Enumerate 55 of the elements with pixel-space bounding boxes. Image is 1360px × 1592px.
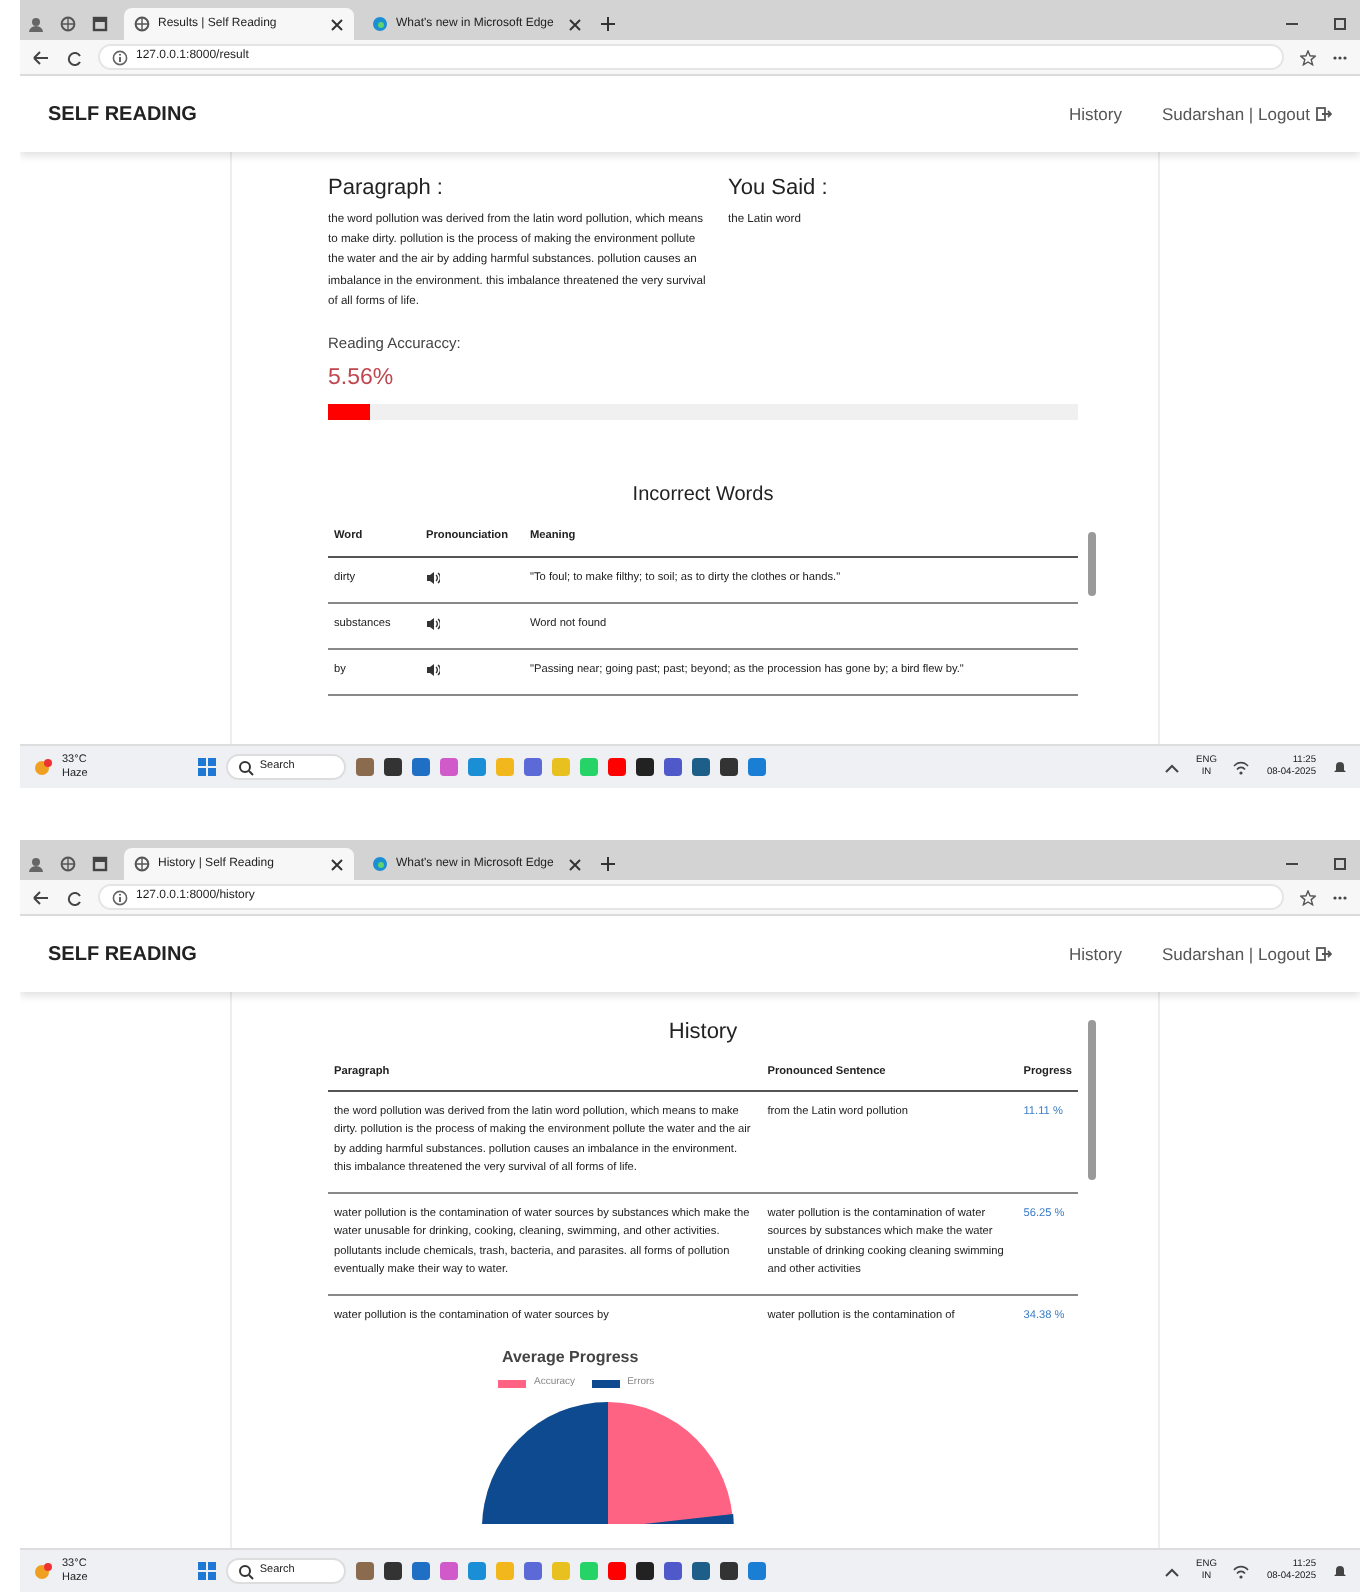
brand-title: SELF READING <box>48 101 197 129</box>
chevron-up-icon[interactable] <box>1164 1563 1181 1579</box>
close-icon[interactable] <box>568 857 582 871</box>
history-link[interactable]: History <box>1069 941 1122 967</box>
globe-icon <box>134 16 150 32</box>
globe-icon <box>134 856 150 872</box>
accuracy-value: 5.56% <box>328 364 396 395</box>
notification-icon[interactable] <box>1332 1563 1348 1579</box>
favorite-icon[interactable] <box>1300 49 1316 65</box>
new-tab-icon[interactable] <box>600 856 616 872</box>
close-icon[interactable] <box>330 17 344 31</box>
speaker-icon[interactable] <box>426 661 440 678</box>
reload-icon[interactable] <box>66 49 82 65</box>
logout-icon <box>1316 946 1332 962</box>
page-title: History <box>666 1018 740 1048</box>
tab-actions-icon[interactable] <box>92 16 108 32</box>
section-heading: Paragraph : <box>328 176 445 203</box>
speaker-icon[interactable] <box>426 569 440 586</box>
search-icon <box>237 1563 254 1579</box>
speaker-icon[interactable] <box>426 615 440 632</box>
chevron-up-icon[interactable] <box>1164 759 1181 775</box>
user-logout-link[interactable]: Sudarshan | Logout <box>1161 101 1332 127</box>
start-icon[interactable] <box>197 1562 216 1580</box>
info-icon <box>112 49 128 65</box>
info-icon <box>112 889 128 905</box>
close-icon[interactable] <box>330 857 344 871</box>
browser-logo-icon <box>372 856 388 872</box>
tab-actions-icon[interactable] <box>92 856 108 872</box>
profile-icon[interactable] <box>28 16 44 32</box>
start-icon[interactable] <box>197 758 216 776</box>
notification-icon[interactable] <box>1332 759 1348 775</box>
maximize-icon[interactable] <box>1332 856 1348 872</box>
reload-icon[interactable] <box>66 889 82 905</box>
maximize-icon[interactable] <box>1332 16 1348 32</box>
logout-icon <box>1316 106 1332 122</box>
scrollbar-thumb[interactable] <box>1088 1020 1096 1180</box>
back-icon[interactable] <box>32 49 50 65</box>
close-icon[interactable] <box>568 17 582 31</box>
section-heading: You Said : <box>728 176 828 203</box>
wifi-icon[interactable] <box>1232 759 1251 775</box>
user-logout-link[interactable]: Sudarshan | Logout <box>1161 941 1332 967</box>
weather-icon[interactable] <box>32 757 52 777</box>
back-icon[interactable] <box>32 889 50 905</box>
browser-logo-icon <box>372 16 388 32</box>
brand-title: SELF READING <box>48 941 197 969</box>
wifi-icon[interactable] <box>1232 1563 1251 1579</box>
chart-title: Average Progress <box>502 1346 639 1371</box>
scrollbar-thumb[interactable] <box>1088 532 1096 596</box>
favorite-icon[interactable] <box>1300 889 1316 905</box>
search-icon <box>237 759 254 775</box>
new-tab-icon[interactable] <box>600 16 616 32</box>
profile-icon[interactable] <box>28 856 44 872</box>
history-link[interactable]: History <box>1069 101 1122 127</box>
weather-icon[interactable] <box>32 1561 52 1581</box>
table-title: Incorrect Words <box>630 482 776 511</box>
